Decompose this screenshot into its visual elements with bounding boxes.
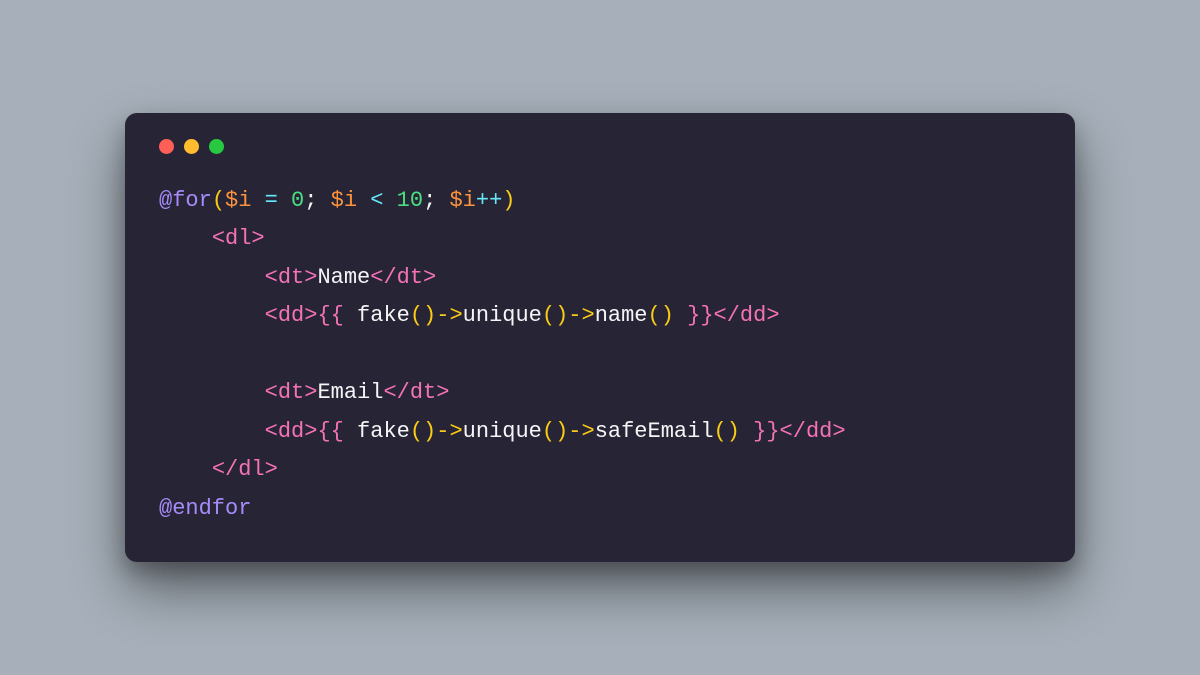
dt-open-tag: <dt> (265, 380, 318, 405)
dd-close-tag: </dd> (714, 303, 780, 328)
code-line-8: </dl> (159, 457, 278, 482)
code-block: @for($i = 0; $i < 10; $i++) <dl> <dt>Nam… (159, 182, 1041, 529)
blade-open: {{ (317, 419, 357, 444)
for-keyword: for (172, 188, 212, 213)
code-line-1: @for($i = 0; $i < 10; $i++) (159, 188, 515, 213)
code-line-7: <dd>{{ fake()->unique()->safeEmail() }}<… (159, 419, 846, 444)
var-i: $i (225, 188, 251, 213)
endfor-directive: @endfor (159, 496, 251, 521)
code-line-3: <dt>Name</dt> (159, 265, 436, 290)
parens: () (542, 419, 568, 444)
code-line-4: <dd>{{ fake()->unique()->name() }}</dd> (159, 303, 780, 328)
parens: () (542, 303, 568, 328)
increment-op: ++ (476, 188, 502, 213)
arrow-op: -> (568, 419, 594, 444)
dl-close-tag: </dl> (212, 457, 278, 482)
text-email: Email (317, 380, 383, 405)
fn-name: name (595, 303, 648, 328)
blade-close: }} (687, 303, 713, 328)
close-icon[interactable] (159, 139, 174, 154)
maximize-icon[interactable] (209, 139, 224, 154)
equals-op: = (265, 188, 278, 213)
parens: () (648, 303, 688, 328)
window-controls (159, 139, 1041, 154)
arrow-op: -> (436, 303, 462, 328)
num-10: 10 (397, 188, 423, 213)
text-name: Name (317, 265, 370, 290)
arrow-op: -> (436, 419, 462, 444)
lt-op: < (370, 188, 383, 213)
code-line-2: <dl> (159, 226, 265, 251)
dd-open-tag: <dd> (265, 419, 318, 444)
num-0: 0 (291, 188, 304, 213)
code-window: @for($i = 0; $i < 10; $i++) <dl> <dt>Nam… (125, 113, 1075, 563)
paren-close: ) (502, 188, 515, 213)
var-i: $i (331, 188, 357, 213)
fn-unique: unique (463, 419, 542, 444)
fn-fake: fake (357, 419, 410, 444)
dt-open-tag: <dt> (265, 265, 318, 290)
dl-open-tag: <dl> (212, 226, 265, 251)
fn-unique: unique (463, 303, 542, 328)
parens: () (410, 419, 436, 444)
arrow-op: -> (568, 303, 594, 328)
fn-safeemail: safeEmail (595, 419, 714, 444)
blade-close: }} (753, 419, 779, 444)
dd-close-tag: </dd> (780, 419, 846, 444)
code-line-9: @endfor (159, 496, 251, 521)
code-line-6: <dt>Email</dt> (159, 380, 449, 405)
minimize-icon[interactable] (184, 139, 199, 154)
paren-open: ( (212, 188, 225, 213)
dd-open-tag: <dd> (265, 303, 318, 328)
dt-close-tag: </dt> (370, 265, 436, 290)
var-i: $i (449, 188, 475, 213)
parens: () (714, 419, 754, 444)
parens: () (410, 303, 436, 328)
at-sign: @ (159, 188, 172, 213)
dt-close-tag: </dt> (383, 380, 449, 405)
blade-open: {{ (317, 303, 357, 328)
fn-fake: fake (357, 303, 410, 328)
